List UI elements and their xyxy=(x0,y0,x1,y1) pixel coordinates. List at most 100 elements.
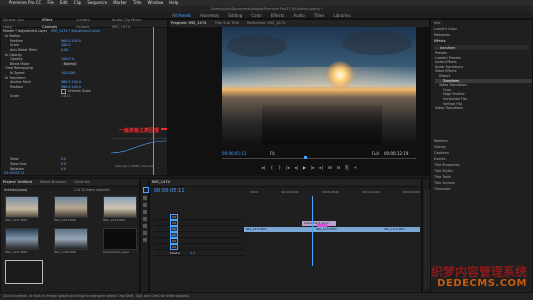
timeline-panel: IMG_1474 00:00:05:11 00:00 00:00:04:00 0… xyxy=(149,178,422,293)
track-header-master[interactable]: Master 0.0 xyxy=(154,250,244,256)
workspace-color[interactable]: Color xyxy=(251,12,261,19)
tab-title-subtitle[interactable]: Title Sub Title xyxy=(212,20,239,27)
slip-tool-icon[interactable] xyxy=(143,217,147,221)
pen-tool-icon[interactable] xyxy=(143,224,147,228)
workspace-audio[interactable]: Audio xyxy=(293,12,304,19)
hand-tool-icon[interactable] xyxy=(143,231,147,235)
panel-effects[interactable]: Effects xyxy=(431,38,532,44)
program-playhead-marker[interactable] xyxy=(304,156,307,159)
step-forward-button[interactable]: |▸ xyxy=(311,165,315,170)
clip-name: IMG_1236.MP4 xyxy=(54,250,77,254)
workspace-all-panels[interactable]: All Panels xyxy=(172,12,191,19)
ripple-edit-tool-icon[interactable] xyxy=(143,203,147,207)
export-frame-button[interactable]: ⎘ xyxy=(345,165,348,170)
tab-libraries[interactable]: Libraries xyxy=(72,179,90,186)
type-tool-icon[interactable] xyxy=(143,238,147,242)
status-bar: Click to select, or click in empty space… xyxy=(0,293,533,300)
clip-thumbnail[interactable] xyxy=(5,196,39,218)
property-value[interactable]: 0.00 xyxy=(61,48,68,52)
velocity-label: Velocity: 1.3950 / second xyxy=(115,164,153,168)
effects-search[interactable]: ⌕ transform xyxy=(434,45,529,50)
project-item[interactable]: IMG_1236.MP4 xyxy=(54,228,88,254)
blend-mode-select[interactable]: Normal xyxy=(61,61,79,66)
timeline-timecode[interactable]: 00:00:05:11 xyxy=(154,188,185,194)
clip-name: IMG_1232.MP4 xyxy=(5,218,28,222)
panel-timecode[interactable]: Timecode xyxy=(431,186,532,192)
track-select-tool-icon[interactable] xyxy=(143,196,147,200)
master-volume[interactable]: 0.0 xyxy=(190,251,195,255)
razor-tool-icon[interactable] xyxy=(143,210,147,214)
clip-name: IMG_1233.MP4 xyxy=(54,218,77,222)
video-clip[interactable]: IMG_1474.MP4 xyxy=(382,226,420,232)
workspace-libraries[interactable]: Libraries xyxy=(333,12,350,19)
property-row[interactable]: Skew 0.0 xyxy=(5,157,115,162)
clip-thumbnail[interactable] xyxy=(5,228,39,250)
ruler-label: 00:00:04:00 xyxy=(281,190,299,194)
workspace-titles[interactable]: Titles xyxy=(314,12,325,19)
clip-thumbnail[interactable] xyxy=(54,196,88,218)
workspace-editing[interactable]: Editing xyxy=(228,12,242,19)
add-button[interactable]: + xyxy=(354,165,358,170)
tab-sequence[interactable]: IMG_1474 xyxy=(150,179,170,186)
property-row[interactable]: Scale 1.011 xyxy=(5,94,117,99)
velocity-graph[interactable] xyxy=(110,138,168,157)
mark-clip-button[interactable]: } xyxy=(278,165,281,170)
master-clip-label[interactable]: Master * Adjustment Layer xyxy=(3,29,47,33)
fx-badge[interactable] xyxy=(317,223,327,227)
clip-thumbnail[interactable] xyxy=(103,228,137,250)
effect-controls-tabs: Source: (no clips) Effect Controls Lumet… xyxy=(1,18,167,29)
tab-reference[interactable]: Reference: IMG_1474 xyxy=(245,20,285,27)
extract-button[interactable]: ⊟ xyxy=(337,165,341,170)
video-clip[interactable]: IMG_1474.MP4 xyxy=(244,226,314,232)
go-to-out-button[interactable]: ▸| xyxy=(320,165,324,170)
tab-media-browser[interactable]: Media Browser xyxy=(38,179,67,186)
effects-search-input[interactable]: transform xyxy=(440,46,456,50)
effect-controls-playhead[interactable] xyxy=(153,27,154,175)
property-value[interactable]: 100.0 xyxy=(61,43,70,47)
program-video-frame[interactable] xyxy=(222,27,416,145)
property-label: fx Motion xyxy=(5,34,21,39)
project-item[interactable]: Adjustment Layer xyxy=(103,228,137,254)
property-value[interactable]: 100.0 % xyxy=(61,57,75,61)
property-value[interactable]: 1.011 xyxy=(61,94,70,98)
effects-tree-item[interactable]: Video Transitions xyxy=(435,106,532,111)
cloud-shape xyxy=(227,35,287,57)
program-timecode-current[interactable]: 00:00:05:11 xyxy=(222,151,270,156)
project-item[interactable]: IMG_1235.MP4 xyxy=(5,228,39,254)
workspace-effects[interactable]: Effects xyxy=(271,12,285,19)
go-to-in-button[interactable]: |◂ xyxy=(286,165,290,170)
property-value[interactable]: 0.0 xyxy=(61,157,66,161)
effect-controls-timecode[interactable]: 00:00:05:11 xyxy=(4,171,25,175)
clip-thumbnail[interactable] xyxy=(5,260,43,284)
video-clip[interactable]: IMG_1474.MP4 xyxy=(314,226,382,232)
property-value[interactable]: 0.0 xyxy=(61,162,66,166)
project-item[interactable]: IMG_1233.MP4 xyxy=(54,196,88,222)
property-label: Opacity xyxy=(10,57,23,62)
play-button[interactable]: ▶ xyxy=(303,165,306,170)
project-panel: Project: Untitled Media Browser Librarie… xyxy=(0,178,140,293)
property-value[interactable]: 0.0 xyxy=(61,167,66,171)
sequence-clip-label[interactable]: IMG_1474 * Adjustment Layer xyxy=(51,29,100,33)
step-back-button[interactable]: ◂| xyxy=(294,165,298,170)
mark-in-button[interactable]: ▸| xyxy=(262,165,266,170)
track-area[interactable]: Adjustment Layer IMG_1474.MP4 IMG_1474.M… xyxy=(244,214,420,256)
lift-button[interactable]: ⊞ xyxy=(328,165,332,170)
mark-out-button[interactable]: { xyxy=(271,165,274,170)
clip-thumbnail[interactable] xyxy=(103,196,137,218)
resolution-dropdown[interactable]: Full xyxy=(317,151,379,156)
property-value[interactable]: 960.0 540.0 xyxy=(61,39,81,43)
project-item[interactable]: IMG_1234.MP4 xyxy=(103,196,137,222)
timeline-playhead[interactable] xyxy=(312,196,313,266)
property-row[interactable]: Skew Axis 0.0 xyxy=(5,162,115,167)
clip-thumbnail[interactable] xyxy=(54,228,88,250)
property-value[interactable]: 100.00% xyxy=(61,71,76,75)
time-ruler[interactable]: 00:00 00:00:04:00 00:00:08:00 00:00:12:0… xyxy=(250,190,420,194)
property-value[interactable]: 960.0 540.0 xyxy=(61,80,81,84)
program-scrubber[interactable] xyxy=(222,156,416,159)
tab-project[interactable]: Project: Untitled xyxy=(1,179,32,186)
sky-haze xyxy=(222,67,416,87)
tab-program[interactable]: Program: IMG_1474 xyxy=(169,20,206,27)
project-item[interactable]: IMG_1232.MP4 xyxy=(5,196,39,222)
project-item-selected[interactable] xyxy=(5,260,139,284)
workspace-assembly[interactable]: Assembly xyxy=(200,12,219,19)
